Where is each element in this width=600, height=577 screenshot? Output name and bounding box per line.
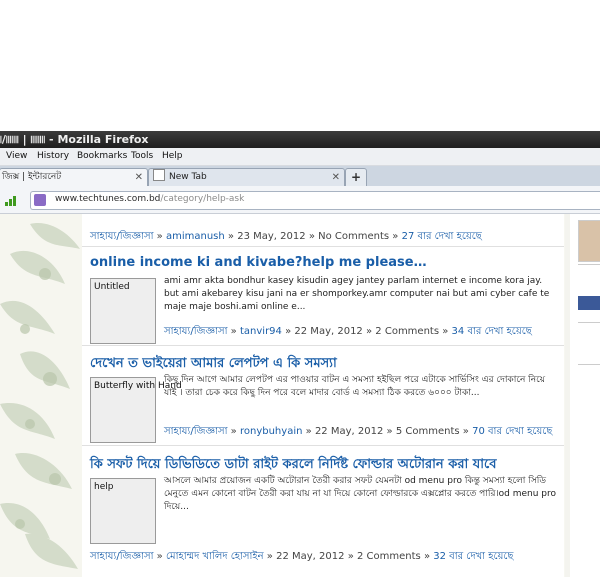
divider xyxy=(578,364,600,365)
divider xyxy=(578,322,600,323)
post-meta: সাহায্য/জিজ্ঞাসা » tanvir94 » 22 May, 20… xyxy=(164,324,532,341)
divider xyxy=(578,264,600,265)
tab-bar: জিক্স | ইন্টারনেট ✕ New Tab ✕ + xyxy=(0,166,600,187)
meta-separator: » xyxy=(266,551,273,562)
url-domain: www.techtunes.com.bd xyxy=(55,194,161,204)
menu-help[interactable]: Help xyxy=(162,151,183,161)
address-bar[interactable]: www.techtunes.com.bd/category/help-ask xyxy=(30,191,600,210)
meta-separator: » xyxy=(156,551,163,562)
meta-separator: » xyxy=(156,231,163,242)
navigation-bar: www.techtunes.com.bd/category/help-ask xyxy=(0,186,600,214)
url-path: /category/help-ask xyxy=(160,194,245,204)
comments-link[interactable]: 5 Comments xyxy=(396,426,460,437)
close-icon[interactable]: ✕ xyxy=(332,169,340,186)
floral-background-decoration xyxy=(0,214,82,577)
sidebar xyxy=(570,214,600,577)
divider xyxy=(82,345,564,346)
category-link[interactable]: সাহায্য/জিজ্ঞাসা xyxy=(90,231,153,242)
post-thumbnail[interactable]: help xyxy=(90,478,156,544)
meta-separator: » xyxy=(305,426,312,437)
meta-separator: » xyxy=(308,231,315,242)
post-date: 22 May, 2012 xyxy=(314,426,384,437)
post-title[interactable]: কি সফট দিয়ে ডিভিডিতে ডাটা রাইট করলে নির… xyxy=(90,455,496,476)
tab-label: New Tab xyxy=(169,172,207,182)
new-tab-button[interactable]: + xyxy=(345,168,367,187)
meta-separator: » xyxy=(442,326,449,337)
window-titlebar: ৷/৷৷৷৷৷৷৷ | ৷৷৷৷৷৷৷৷ - Mozilla Firefox xyxy=(0,131,600,148)
meta-separator: » xyxy=(227,231,235,242)
post-list: সাহায্য/জিজ্ঞাসা » amimanush » 23 May, 2… xyxy=(82,214,564,577)
site-identity-icon[interactable] xyxy=(34,194,46,206)
view-count: 70 বার দেখা হয়েছে xyxy=(472,426,553,437)
avatar[interactable] xyxy=(578,220,600,262)
meta-separator: » xyxy=(347,551,354,562)
view-count: 27 বার দেখা হয়েছে xyxy=(401,231,482,242)
window-title: ৷/৷৷৷৷৷৷৷ | ৷৷৷৷৷৷৷৷ - Mozilla Firefox xyxy=(0,133,149,146)
meta-separator: » xyxy=(386,426,393,437)
category-link[interactable]: সাহায্য/জিজ্ঞাসা xyxy=(164,426,227,437)
post-date: 22 May, 2012 xyxy=(294,326,363,337)
meta-separator: » xyxy=(392,231,399,242)
view-count: 34 বার দেখা হয়েছে xyxy=(451,326,532,337)
meta-separator: » xyxy=(230,426,237,437)
meta-separator: » xyxy=(462,426,469,437)
post-date: 22 May, 2012 xyxy=(276,551,345,562)
menu-history[interactable]: History xyxy=(37,151,69,161)
comments-link[interactable]: 2 Comments xyxy=(357,551,421,562)
post-meta: সাহায্য/জিজ্ঞাসা » ronybuhyain » 22 May,… xyxy=(164,424,552,441)
meta-separator: » xyxy=(423,551,431,562)
post-thumbnail[interactable]: Butterfly with Hand xyxy=(90,377,182,443)
menu-tools[interactable]: Tools xyxy=(131,151,153,161)
divider xyxy=(82,445,564,446)
page-viewport: সাহায্য/জিজ্ঞাসা » amimanush » 23 May, 2… xyxy=(0,214,600,577)
tab-label: জিক্স | ইন্টারনেট xyxy=(2,172,62,182)
post-meta: সাহায্য/জিজ্ঞাসা » মোহাম্মদ খালিদ হোসাইন… xyxy=(90,549,514,566)
post-thumbnail[interactable]: Untitled xyxy=(90,278,156,344)
menu-bar: View History Bookmarks Tools Help xyxy=(0,148,600,166)
tab-new-tab[interactable]: New Tab ✕ xyxy=(148,168,345,187)
post-excerpt: কিছু দিন আগে আমার লেপটপ এর পাওয়ার বাটন … xyxy=(164,375,546,398)
menu-view[interactable]: View xyxy=(6,151,27,161)
blank-page-icon xyxy=(153,169,165,181)
post-title[interactable]: online income ki and kivabe?help me plea… xyxy=(90,255,427,270)
author-link[interactable]: মোহাম্মদ খালিদ হোসাইন xyxy=(166,551,264,562)
meta-separator: » xyxy=(285,326,292,337)
meta-separator: » xyxy=(230,326,237,337)
divider xyxy=(82,246,564,247)
post-excerpt: ami amr akta bondhur kasey kisudin agey … xyxy=(164,276,550,312)
post-title[interactable]: দেখেন ত ভাইয়েরা আমার লেপটপ এ কি সমস্যা xyxy=(90,354,337,375)
post-excerpt: আসলে আমার প্রয়োজন একটি অটোরান তৈরী করার… xyxy=(164,476,557,512)
post-meta: সাহায্য/জিজ্ঞাসা » amimanush » 23 May, 2… xyxy=(90,229,482,246)
tab-techtunes[interactable]: জিক্স | ইন্টারনেট ✕ xyxy=(0,168,148,187)
meta-separator: » xyxy=(365,326,373,337)
menu-bookmarks[interactable]: Bookmarks xyxy=(77,151,127,161)
connection-signal-icon xyxy=(5,194,19,206)
view-count: 32 বার দেখা হয়েছে xyxy=(433,551,514,562)
comments-link[interactable]: 2 Comments xyxy=(375,326,439,337)
comments-link[interactable]: No Comments xyxy=(318,231,389,242)
post-date: 23 May, 2012 xyxy=(237,231,306,242)
facebook-icon[interactable] xyxy=(578,296,600,310)
author-link[interactable]: amimanush xyxy=(166,231,225,242)
author-link[interactable]: ronybuhyain xyxy=(240,426,302,437)
category-link[interactable]: সাহায্য/জিজ্ঞাসা xyxy=(164,326,227,337)
author-link[interactable]: tanvir94 xyxy=(240,326,282,337)
category-link[interactable]: সাহায্য/জিজ্ঞাসা xyxy=(90,551,153,562)
close-icon[interactable]: ✕ xyxy=(135,169,143,186)
url-text: www.techtunes.com.bd/category/help-ask xyxy=(55,194,244,204)
